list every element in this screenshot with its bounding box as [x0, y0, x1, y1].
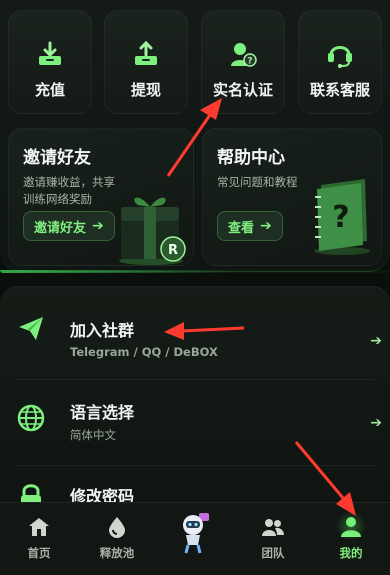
invite-friends-button[interactable]: 邀请好友 ➔	[23, 211, 115, 241]
headset-icon	[328, 46, 352, 68]
view-help-button[interactable]: 查看 ➔	[217, 211, 283, 241]
svg-text:?: ?	[332, 200, 349, 235]
tab-release-pool-label: 释放池	[99, 546, 135, 560]
invite-card-title: 邀请好友	[23, 148, 91, 168]
tab-team[interactable]: 团队	[234, 503, 312, 575]
chevron-right-icon: ➔	[370, 333, 382, 349]
language-title: 语言选择	[70, 403, 135, 422]
language-row[interactable]: 语言选择 简体中文 ➔	[0, 381, 390, 461]
withdraw-button[interactable]: 提现	[104, 10, 188, 114]
tab-home-label: 首页	[27, 546, 51, 560]
join-community-title: 加入社群	[70, 321, 135, 340]
user-verify-icon: ?	[231, 43, 257, 67]
invite-desc-line2: 训练网络奖励	[23, 192, 92, 206]
deposit-tray-icon	[39, 41, 61, 65]
top-panel: 充值 提现 ? 实名认证 联系客服 邀请好友 邀请赚收益，共享 训练网络奖励 邀…	[0, 0, 390, 273]
gift-box-icon: R	[119, 197, 186, 265]
bottom-tab-bar: 首页 释放池 团队 我的	[0, 502, 390, 575]
home-icon	[29, 518, 49, 536]
team-icon	[262, 519, 284, 536]
svg-text:?: ?	[247, 57, 252, 67]
invite-card-description: 邀请赚收益，共享 训练网络奖励	[23, 174, 115, 208]
invite-button-label: 邀请好友	[34, 220, 87, 236]
withdraw-tray-icon	[135, 40, 157, 65]
language-value: 简体中文	[70, 428, 116, 442]
help-card-title: 帮助中心	[217, 148, 285, 168]
invite-desc-line1: 邀请赚收益，共享	[23, 175, 115, 189]
deposit-label: 充值	[34, 81, 65, 99]
chevron-right-icon: ➔	[370, 415, 382, 431]
paper-plane-icon	[19, 317, 43, 340]
tab-center-mascot[interactable]	[156, 503, 234, 575]
arrow-right-icon: ➔	[260, 218, 272, 234]
withdraw-label: 提现	[130, 81, 161, 99]
question-book-icon: ?	[314, 179, 370, 255]
invite-card[interactable]: 邀请好友 邀请赚收益，共享 训练网络奖励 邀请好友 ➔ R	[8, 128, 194, 266]
profile-icon	[341, 517, 361, 537]
verify-identity-button[interactable]: ? 实名认证	[201, 10, 285, 114]
settings-list: 加入社群 Telegram / QQ / DeBOX ➔ 语言选择 简体中文 ➔…	[0, 286, 390, 516]
tab-release-pool[interactable]: 释放池	[78, 503, 156, 575]
verify-identity-label: 实名认证	[212, 81, 273, 99]
contact-service-button[interactable]: 联系客服	[298, 10, 382, 114]
join-community-row[interactable]: 加入社群 Telegram / QQ / DeBOX ➔	[0, 291, 390, 371]
globe-icon	[17, 404, 45, 432]
drop-icon	[109, 517, 125, 538]
view-button-label: 查看	[228, 220, 255, 236]
tab-profile[interactable]: 我的	[312, 503, 390, 575]
join-community-subtitle: Telegram / QQ / DeBOX	[70, 345, 218, 359]
svg-text:R: R	[168, 243, 178, 258]
tab-team-label: 团队	[261, 546, 285, 560]
quick-actions: 充值 提现 ? 实名认证 联系客服	[8, 10, 382, 114]
tab-home[interactable]: 首页	[0, 503, 78, 575]
contact-service-label: 联系客服	[309, 81, 370, 99]
tab-profile-label: 我的	[339, 546, 363, 560]
robot-mascot-icon	[183, 513, 209, 554]
help-center-card[interactable]: 帮助中心 常见问题和教程 查看 ➔ ?	[202, 128, 382, 266]
divider	[16, 379, 374, 380]
arrow-right-icon: ➔	[92, 218, 104, 234]
help-card-description: 常见问题和教程	[217, 175, 298, 189]
deposit-button[interactable]: 充值	[8, 10, 92, 114]
